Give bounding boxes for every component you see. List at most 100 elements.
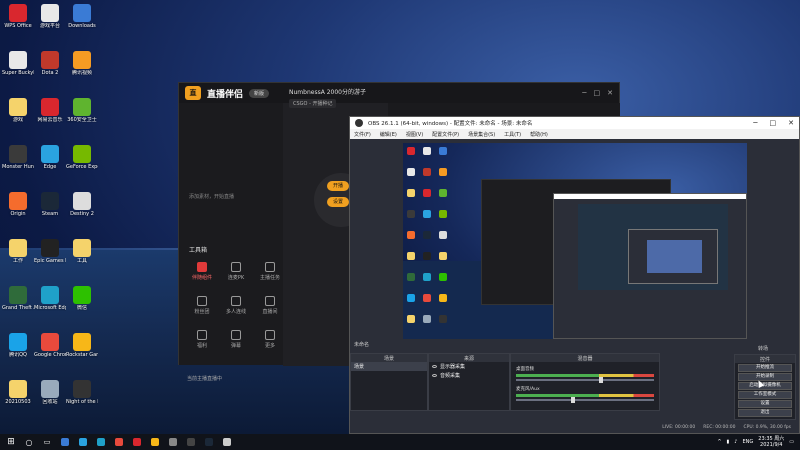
zhibo-version-pill[interactable]: 新版 [249,88,270,98]
volume-slider[interactable] [516,377,654,383]
desktop-icon[interactable]: Monster Hunter... [2,143,34,181]
close-icon[interactable]: ✕ [607,89,613,97]
volume-icon[interactable]: ♪ [734,439,737,445]
tool-item[interactable]: 伴随组件 [187,261,217,287]
control-button[interactable]: 开始推流 [738,364,792,372]
desktop-icon[interactable]: Destiny 2 [66,190,98,228]
obs-menu-item[interactable]: 工具(T) [504,131,521,138]
obs-menu-item[interactable]: 配置文件(P) [432,131,459,138]
volume-slider-knob[interactable] [571,397,576,403]
control-button[interactable]: 退出 [738,409,792,417]
tool-item[interactable]: 弹幕 [221,329,251,355]
minimize-icon[interactable]: ─ [753,119,757,127]
desktop-icon[interactable]: GeForce Experience [66,143,98,181]
network-icon[interactable]: ▮ [727,439,730,445]
taskbar-app-button[interactable] [184,436,198,448]
obs-menu-item[interactable]: 帮助(H) [530,131,548,138]
control-button[interactable]: 开始录制 [738,373,792,381]
taskbar-app-button[interactable] [130,436,144,448]
tool-item[interactable]: 福利 [187,329,217,355]
language-indicator[interactable]: ENG [742,439,753,445]
obs-menu-item[interactable]: 编辑(E) [380,131,397,138]
close-icon[interactable]: ✕ [788,119,794,127]
tool-label: 弹幕 [230,343,241,349]
obs-menu-item[interactable]: 视图(V) [406,131,423,138]
desktop-icon[interactable]: 360安全卫士 [66,96,98,134]
desktop-icon[interactable]: Edge [34,143,66,181]
zhibo-start-button[interactable]: 开播 [327,181,349,191]
tool-icon [231,262,241,272]
desktop-icon[interactable]: Super Buckyball ... [2,49,34,87]
desktop-icon-label: Steam [41,211,59,217]
preview-app-icon [407,189,415,197]
source-item[interactable]: 音频采集 [429,371,509,380]
tool-icon [197,262,207,272]
desktop-icon[interactable]: Rockstar Games Launcher [66,331,98,369]
eye-icon[interactable] [432,365,437,368]
desktop-icon[interactable]: 20210503 [2,378,34,416]
zhibo-settings-button[interactable]: 设置 [327,197,349,207]
tool-item[interactable]: 连麦PK [221,261,251,287]
obs-menu-item[interactable]: 场景集合(S) [468,131,495,138]
desktop-icon[interactable]: Dota 2 [34,49,66,87]
tool-item[interactable]: 粉丝团 [187,295,217,321]
control-button[interactable]: 设置 [738,400,792,408]
control-button[interactable]: 启动虚拟摄像机 [738,382,792,390]
taskbar-app-button[interactable] [220,436,234,448]
taskbar-app-button[interactable] [76,436,90,448]
task-view-button[interactable]: ▭ [40,436,54,448]
desktop-icon[interactable]: 游戏 [2,96,34,134]
desktop-icon[interactable]: 腾讯视频 [66,49,98,87]
obs-window[interactable]: OBS 26.1.1 (64-bit, windows) - 配置文件: 未命名… [349,116,800,434]
volume-slider[interactable] [516,397,654,403]
app-icon [73,145,91,163]
desktop-icon[interactable]: Steam [34,190,66,228]
maximize-icon[interactable]: □ [594,89,601,97]
desktop-icon[interactable]: Downloads [66,2,98,40]
desktop-icon[interactable]: Origin [2,190,34,228]
app-icon [73,4,91,22]
taskbar-app-button[interactable] [58,436,72,448]
preview-app-icon [407,231,415,239]
maximize-icon[interactable]: □ [770,119,777,127]
taskbar-app-button[interactable] [148,436,162,448]
obs-preview[interactable] [403,143,747,339]
search-button[interactable]: ○ [22,436,36,448]
minimize-icon[interactable]: ─ [582,89,586,97]
scene-item[interactable]: 场景 [351,362,427,371]
desktop-icon[interactable]: 回收站 [34,378,66,416]
control-button[interactable]: 工作室模式 [738,391,792,399]
desktop-icon[interactable]: Microsoft Edge [34,284,66,322]
taskbar-app-button[interactable] [202,436,216,448]
tool-item[interactable]: 多人连线 [221,295,251,321]
clock[interactable]: 23:35 周六 2021/9/4 [758,436,784,448]
volume-slider-knob[interactable] [598,377,603,383]
notification-icon[interactable]: ▭ [789,439,794,445]
source-item[interactable]: 显示器采集 [429,362,509,371]
desktop-icon[interactable]: WPS Office [2,2,34,40]
start-button[interactable]: ⊞ [4,436,18,448]
preview-app-icon [423,189,431,197]
desktop-icon[interactable]: Google Chrome [34,331,66,369]
desktop-icon[interactable]: 网易云音乐 [34,96,66,134]
eye-icon[interactable] [432,374,437,377]
desktop-icon[interactable]: 工具 [66,237,98,275]
taskbar-app-button[interactable] [112,436,126,448]
app-icon [9,51,27,69]
chevron-up-icon[interactable]: ^ [717,439,721,445]
taskbar-app-button[interactable] [166,436,180,448]
app-icon [73,192,91,210]
game-tag[interactable]: CSGO - 开播种记 [289,99,337,108]
desktop-icon[interactable]: 工作 [2,237,34,275]
desktop-icon[interactable]: 微信 [66,284,98,322]
desktop-icon[interactable]: 游戏平台 [34,2,66,40]
tool-item[interactable]: 主播任务 [255,261,285,287]
tool-item[interactable]: 更多 [255,329,285,355]
taskbar-app-button[interactable] [94,436,108,448]
desktop-icon[interactable]: Epic Games Launcher [34,237,66,275]
tool-item[interactable]: 直播间 [255,295,285,321]
desktop-icon[interactable]: Grand Theft Auto V [2,284,34,322]
desktop-icon[interactable]: 腾讯QQ [2,331,34,369]
desktop-icon[interactable]: Night of the Dead [66,378,98,416]
obs-menu-item[interactable]: 文件(F) [354,131,371,138]
